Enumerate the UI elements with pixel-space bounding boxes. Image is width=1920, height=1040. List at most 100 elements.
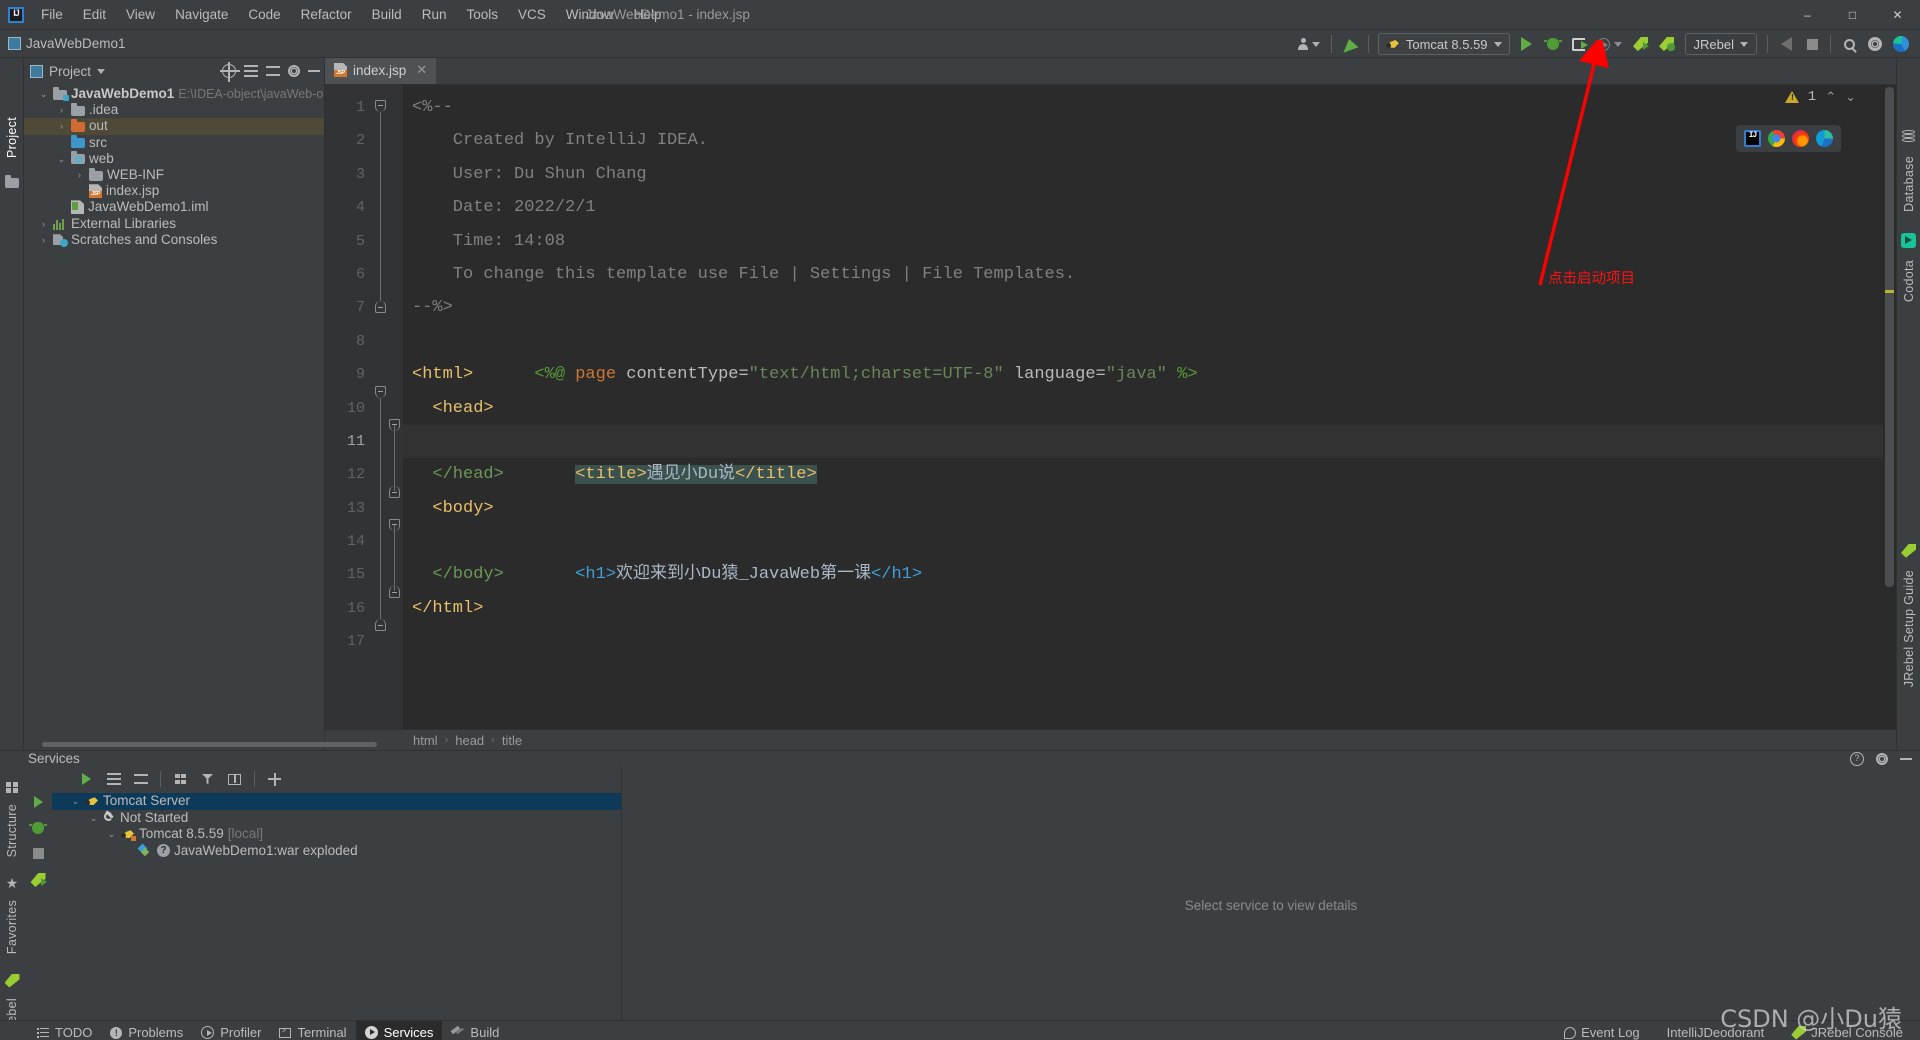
sidebar-item-jrebel-setup-guide[interactable]: JRebel Setup Guide xyxy=(1900,563,1918,694)
menu-build[interactable]: Build xyxy=(363,3,411,26)
show-configurations-button[interactable] xyxy=(222,768,247,790)
warning-stripe-marker[interactable] xyxy=(1885,290,1894,293)
code-editor[interactable]: 1 2 3 4 5 6 7 8 9 10 11 12 13 14 15 16 1 xyxy=(325,85,1896,729)
codota-button[interactable] xyxy=(1888,32,1914,56)
debug-button[interactable] xyxy=(1540,32,1566,56)
jrebel-debug-button[interactable] xyxy=(1654,32,1680,56)
select-opened-file-icon[interactable] xyxy=(220,62,240,82)
menu-code[interactable]: Code xyxy=(239,3,289,26)
tree-row-src[interactable]: src xyxy=(24,135,324,151)
bug-icon[interactable] xyxy=(29,822,47,834)
stop-icon[interactable] xyxy=(32,848,44,859)
jrebel-selector[interactable]: JRebel xyxy=(1684,33,1757,55)
settings-button[interactable] xyxy=(1862,32,1888,56)
minimize-button[interactable]: – xyxy=(1785,0,1830,30)
chevron-down-icon[interactable]: ⌄ xyxy=(70,793,81,809)
menu-tools[interactable]: Tools xyxy=(457,3,507,26)
add-service-button[interactable] xyxy=(262,768,287,790)
tab-index-jsp[interactable]: JSP index.jsp ✕ xyxy=(325,58,437,84)
run-icon[interactable] xyxy=(33,796,43,808)
hide-panel-icon[interactable] xyxy=(1900,757,1912,760)
chevron-down-icon[interactable]: ⌄ xyxy=(56,151,67,167)
collapse-all-icon[interactable] xyxy=(266,65,280,77)
sidebar-item-structure[interactable]: Structure xyxy=(3,797,21,864)
close-button[interactable]: ✕ xyxy=(1875,0,1920,30)
edge-icon[interactable] xyxy=(1816,130,1833,147)
status-tab-terminal[interactable]: Terminal xyxy=(270,1021,355,1040)
fold-marker-comment-end[interactable] xyxy=(375,301,386,313)
firefox-icon[interactable] xyxy=(1792,130,1809,147)
status-tab-todo[interactable]: TODO xyxy=(28,1021,101,1040)
menu-file[interactable]: File xyxy=(32,3,72,26)
breadcrumb-html[interactable]: html xyxy=(413,733,438,748)
status-tab-problems[interactable]: ! Problems xyxy=(101,1021,192,1040)
chevron-up-icon[interactable]: ⌃ xyxy=(1825,90,1836,105)
run-button[interactable] xyxy=(1514,32,1540,56)
chevron-right-icon[interactable]: › xyxy=(38,216,49,232)
status-tab-profiler[interactable]: Profiler xyxy=(192,1021,270,1040)
settings-icon[interactable] xyxy=(1876,752,1888,765)
chevron-right-icon[interactable]: › xyxy=(74,167,85,183)
profile-button[interactable] xyxy=(1592,32,1628,56)
tree-row-javawebdemo1[interactable]: ⌄ JavaWebDemo1 E:\IDEA-object\javaWeb-ob… xyxy=(24,86,324,102)
breadcrumb-head[interactable]: head xyxy=(455,733,484,748)
tree-row-out[interactable]: › out xyxy=(24,118,324,135)
menu-edit[interactable]: Edit xyxy=(74,3,115,26)
update-project-button[interactable] xyxy=(1337,32,1363,56)
editor-scrollbar[interactable] xyxy=(1883,85,1896,729)
expand-all-button[interactable] xyxy=(101,768,126,790)
inspection-widget[interactable]: 1 ⌃ ⌄ xyxy=(1784,89,1856,105)
status-tab-services[interactable]: Services xyxy=(355,1020,443,1040)
service-row-tomcat-server[interactable]: ⌄ Tomcat Server xyxy=(52,793,621,810)
tree-row-external-libraries[interactable]: › External Libraries xyxy=(24,216,324,232)
tree-row-scratches[interactable]: › Scratches and Consoles xyxy=(24,232,324,248)
expand-all-icon[interactable] xyxy=(244,65,258,77)
chevron-down-icon[interactable] xyxy=(97,68,106,74)
maximize-button[interactable]: □ xyxy=(1830,0,1875,30)
fold-marker-html-end[interactable] xyxy=(375,619,386,631)
close-icon[interactable]: ✕ xyxy=(416,62,427,78)
intellij-preview-icon[interactable]: IJ xyxy=(1744,130,1761,147)
breadcrumb-module[interactable]: JavaWebDemo1 xyxy=(0,36,126,51)
menu-vcs[interactable]: VCS xyxy=(509,3,555,26)
service-row-not-started[interactable]: ⌄ Not Started xyxy=(52,810,621,827)
run-service-button[interactable] xyxy=(74,768,99,790)
sidebar-item-codota[interactable]: Codota xyxy=(1900,253,1918,309)
scrollbar-thumb[interactable] xyxy=(1885,87,1894,587)
search-everywhere-button[interactable] xyxy=(1836,32,1862,56)
project-panel-hscrollbar[interactable] xyxy=(24,738,377,750)
help-icon[interactable]: ? xyxy=(1850,751,1864,766)
jrebel-icon[interactable] xyxy=(30,873,47,887)
fold-marker-comment-start[interactable] xyxy=(375,100,386,112)
service-row-war-exploded[interactable]: ? JavaWebDemo1:war exploded xyxy=(52,843,621,860)
menu-refactor[interactable]: Refactor xyxy=(292,3,361,26)
run-configuration-selector[interactable]: Tomcat 8.5.59 xyxy=(1377,33,1510,55)
settings-sync-button[interactable] xyxy=(1292,32,1326,56)
chevron-right-icon[interactable]: › xyxy=(38,232,49,248)
chevron-down-icon[interactable]: ⌄ xyxy=(88,810,99,826)
menu-run[interactable]: Run xyxy=(413,3,456,26)
status-intellij-deodorant[interactable]: IntelliJDeodorant xyxy=(1667,1025,1765,1040)
menu-navigate[interactable]: Navigate xyxy=(166,3,237,26)
stop-button[interactable] xyxy=(1799,32,1825,56)
run-with-coverage-button[interactable] xyxy=(1566,32,1592,56)
attach-button[interactable] xyxy=(1773,32,1799,56)
chevron-down-icon[interactable]: ⌄ xyxy=(38,86,49,102)
sidebar-item-database[interactable]: Database xyxy=(1900,149,1918,219)
chevron-down-icon[interactable]: ⌄ xyxy=(106,826,117,842)
menu-view[interactable]: View xyxy=(117,3,164,26)
status-tab-build[interactable]: Build xyxy=(442,1021,508,1040)
chevron-right-icon[interactable]: › xyxy=(56,102,67,118)
code-text-area[interactable]: <%-- Created by IntelliJ IDEA. User: Du … xyxy=(403,85,1896,729)
settings-icon[interactable] xyxy=(288,65,300,77)
scrollbar-thumb[interactable] xyxy=(42,742,377,747)
chrome-icon[interactable] xyxy=(1768,130,1785,147)
sidebar-item-project[interactable]: Project xyxy=(3,110,21,165)
tree-row-iml[interactable]: JavaWebDemo1.iml xyxy=(24,199,324,215)
chevron-down-icon[interactable]: ⌄ xyxy=(1845,90,1856,105)
fold-marker-html-start[interactable] xyxy=(375,386,386,398)
status-event-log[interactable]: Event Log xyxy=(1555,1021,1649,1040)
hide-panel-icon[interactable] xyxy=(308,70,320,72)
tree-row-web[interactable]: ⌄ web xyxy=(24,151,324,167)
collapse-all-button[interactable] xyxy=(128,768,153,790)
